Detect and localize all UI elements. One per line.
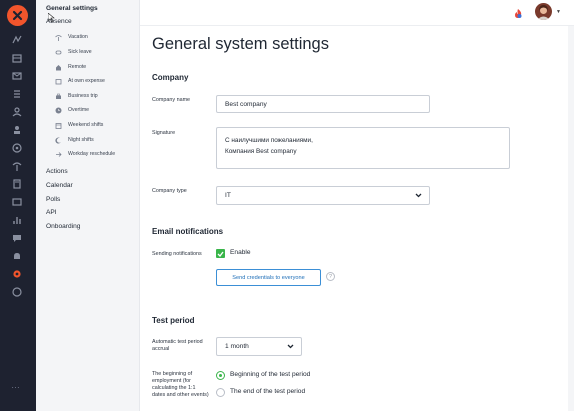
enable-checkbox[interactable]: [216, 249, 225, 258]
email-notifications-heading: Email notifications: [152, 227, 224, 236]
nav-item-overtime[interactable]: Overtime: [54, 105, 89, 115]
wallet-icon: [54, 77, 62, 85]
option-beginning-label: Beginning of the test period: [230, 371, 311, 378]
company-type-select[interactable]: IT: [216, 186, 430, 205]
calendar-icon: [54, 121, 62, 129]
chat-icon[interactable]: [11, 232, 23, 244]
inbox-icon[interactable]: [11, 52, 23, 64]
send-credentials-button[interactable]: Send credentials to everyone: [216, 269, 321, 286]
chevron-down-icon[interactable]: ▼: [556, 9, 561, 15]
help-icon[interactable]: ?: [326, 272, 335, 281]
compass-icon[interactable]: [11, 142, 23, 154]
radio-beginning-of-test-period[interactable]: [216, 371, 225, 380]
nav-actions[interactable]: Actions: [46, 168, 68, 175]
main-rail: …: [0, 0, 36, 411]
list-icon[interactable]: [11, 88, 23, 100]
people-icon[interactable]: [11, 124, 23, 136]
test-period-heading: Test period: [152, 316, 195, 325]
user-icon[interactable]: [11, 106, 23, 118]
nav-item-weekend-shifts[interactable]: Weekend shifts: [54, 120, 103, 130]
nav-item-sick-leave[interactable]: Sick leave: [54, 47, 92, 57]
settings-nav: General settings Absence Vacation Sick l…: [36, 0, 140, 411]
palm-tree-icon[interactable]: [11, 160, 23, 172]
sending-notifications-label: Sending notifications: [152, 251, 202, 257]
moon-icon: [54, 136, 62, 144]
brand-logo[interactable]: [7, 5, 28, 26]
company-name-label: Company name: [152, 97, 191, 103]
home-icon: [54, 63, 62, 71]
company-name-input[interactable]: Best company: [216, 95, 430, 113]
user-avatar[interactable]: [535, 3, 552, 20]
settings-gear-icon[interactable]: [11, 268, 23, 280]
nav-item-night-shifts[interactable]: Night shifts: [54, 135, 94, 145]
clock-icon: [54, 106, 62, 114]
signature-line-1: С наилучшими пожеланиями,: [225, 137, 313, 144]
nav-item-vacation[interactable]: Vacation: [54, 32, 88, 42]
nav-item-business-trip[interactable]: Business trip: [54, 91, 98, 101]
mail-icon[interactable]: [11, 70, 23, 82]
radio-end-of-test-period[interactable]: [216, 388, 225, 397]
arrow-right-icon: [54, 150, 62, 158]
top-bar: ▼: [140, 0, 574, 26]
chevron-down-icon: [287, 344, 294, 351]
nav-api[interactable]: API: [46, 209, 57, 216]
page-title: General system settings: [152, 35, 329, 53]
company-type-label: Company type: [152, 188, 187, 194]
app-window: … General settings Absence Vacation Sick…: [0, 0, 574, 411]
test-period-accrual-label: Automatic test period accrual: [152, 339, 203, 352]
notification-flame-icon[interactable]: [513, 6, 523, 24]
chevron-down-icon: [415, 193, 422, 200]
briefcase-icon: [54, 92, 62, 100]
palm-tree-icon: [54, 33, 62, 41]
tablet-icon[interactable]: [11, 196, 23, 208]
pill-icon: [54, 48, 62, 56]
help-circle-icon[interactable]: [11, 286, 23, 298]
employment-beginning-label: The beginning of employment (for calcula…: [152, 371, 209, 398]
signature-textarea[interactable]: С наилучшими пожеланиями, Компания Best …: [216, 127, 510, 169]
scrollbar[interactable]: [568, 26, 574, 411]
nav-item-workday-reschedule[interactable]: Workday reschedule: [54, 149, 115, 159]
test-period-accrual-select[interactable]: 1 month: [216, 337, 302, 356]
nav-item-at-own-expense[interactable]: At own expense: [54, 76, 105, 86]
settings-content: General system settings Company Company …: [140, 26, 574, 411]
test-period-accrual-value: 1 month: [225, 343, 249, 350]
option-end-label: The end of the test period: [230, 388, 306, 395]
chart-icon[interactable]: [11, 214, 23, 226]
company-type-value: IT: [225, 192, 231, 199]
activity-icon[interactable]: [11, 34, 23, 46]
nav-absence[interactable]: Absence: [46, 18, 72, 25]
nav-onboarding[interactable]: Onboarding: [46, 223, 80, 230]
enable-label: Enable: [230, 249, 251, 256]
signature-line-2: Компания Best company: [225, 148, 297, 155]
signature-label: Signature: [152, 130, 176, 136]
more-icon[interactable]: …: [11, 380, 21, 390]
nav-item-remote[interactable]: Remote: [54, 62, 86, 72]
calculator-icon[interactable]: [11, 178, 23, 190]
company-heading: Company: [152, 73, 189, 82]
nav-calendar[interactable]: Calendar: [46, 182, 73, 189]
nav-polls[interactable]: Polls: [46, 196, 60, 203]
bell-icon[interactable]: [11, 250, 23, 262]
